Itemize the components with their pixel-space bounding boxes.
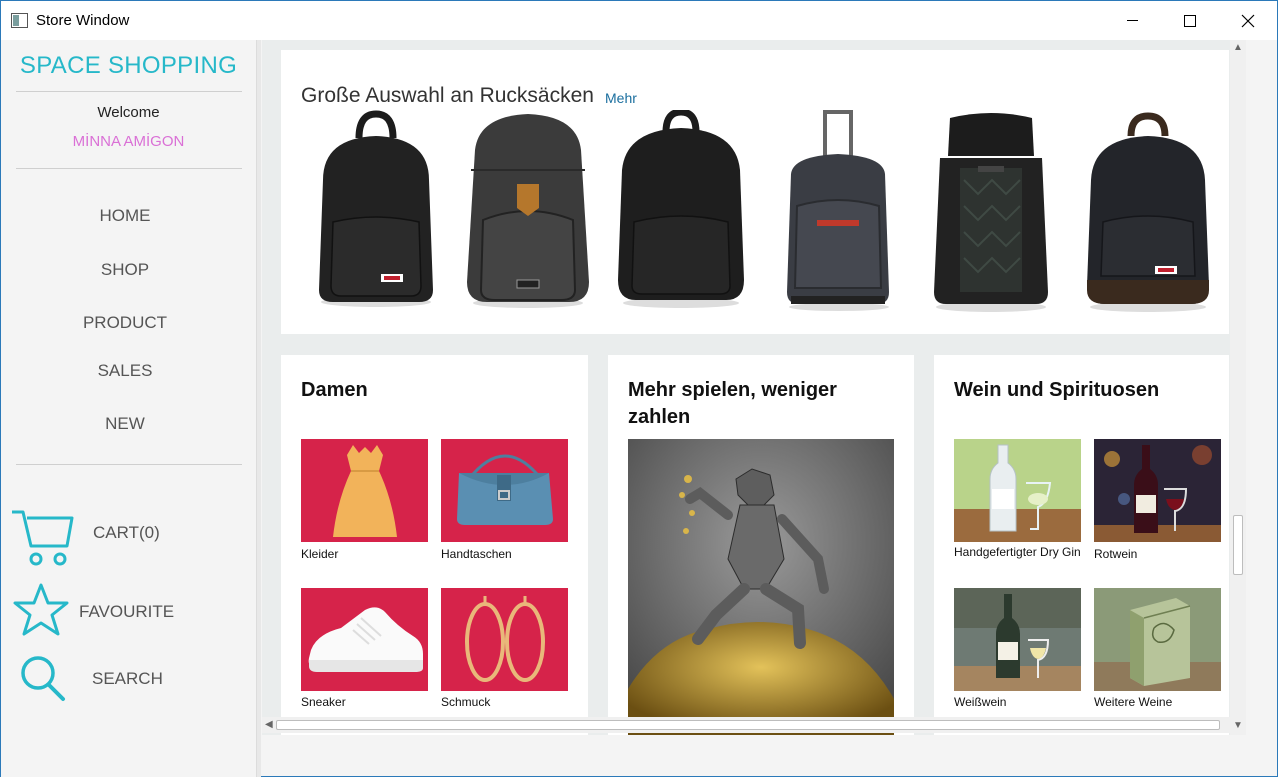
cart-button[interactable]: CART(0) — [93, 523, 160, 543]
card-title: Wein und Spirituosen — [954, 379, 1160, 401]
divider — [16, 91, 242, 92]
horizontal-scrollbar[interactable]: ◀ — [262, 717, 1230, 733]
earrings-icon — [465, 596, 545, 682]
store-window: Store Window SPACE SHOPPING Welcome MİNN… — [0, 0, 1278, 777]
welcome-text: Welcome — [97, 104, 160, 121]
backpack-image[interactable] — [614, 110, 749, 310]
red-wine-icon — [1094, 439, 1221, 542]
tile-rotwein[interactable] — [1094, 439, 1221, 542]
sidebar: SPACE SHOPPING Welcome MİNNA AMİGON HOME… — [1, 40, 256, 777]
minimize-button[interactable] — [1103, 1, 1161, 40]
tile-gin[interactable] — [954, 439, 1081, 542]
vertical-scroll-thumb[interactable] — [1233, 515, 1243, 575]
nav-new[interactable]: NEW — [1, 414, 249, 434]
title-bar: Store Window — [1, 1, 1277, 40]
divider — [16, 168, 242, 169]
card-damen: Damen Kleider Handtaschen Sneaker Schmuc… — [281, 355, 588, 735]
tile-label: Kleider — [301, 547, 339, 561]
close-button[interactable] — [1219, 1, 1277, 40]
scroll-down-arrow-icon[interactable]: ▼ — [1233, 720, 1243, 731]
nav-product[interactable]: PRODUCT — [1, 313, 249, 333]
tile-weitere-weine[interactable] — [1094, 588, 1221, 691]
tile-label: Handgefertigter Dry Gin — [954, 545, 1081, 559]
nav-sales[interactable]: SALES — [1, 361, 249, 381]
card-title: Mehr spielen, weniger zahlen — [628, 379, 837, 428]
backpack-image[interactable] — [311, 110, 441, 310]
maximize-button[interactable] — [1161, 1, 1219, 40]
card-wein: Wein und Spirituosen Handgefertigter Dry… — [934, 355, 1229, 735]
window-title: Store Window — [36, 12, 130, 29]
backpack-image[interactable] — [1081, 110, 1216, 315]
tile-schmuck[interactable] — [441, 588, 568, 691]
knight-on-gold-coins-image[interactable] — [628, 439, 894, 735]
favourite-button[interactable]: FAVOURITE — [79, 602, 174, 622]
backpack-image[interactable] — [781, 110, 896, 315]
scroll-left-arrow-icon[interactable]: ◀ — [265, 719, 273, 730]
brand-title: SPACE SHOPPING — [19, 52, 238, 79]
username: MİNNA AMİGON — [72, 133, 185, 150]
backpack-banner: Große Auswahl an Rucksäcken Mehr — [281, 50, 1229, 334]
tile-sneaker[interactable] — [301, 588, 428, 691]
divider — [16, 464, 242, 465]
backpack-image[interactable] — [461, 110, 596, 310]
card-mehr-spielen: Mehr spielen, weniger zahlen — [608, 355, 914, 735]
tile-label: Handtaschen — [441, 547, 512, 561]
nav-shop[interactable]: SHOP — [1, 260, 249, 280]
main-content: Große Auswahl an Rucksäcken Mehr Damen K… — [262, 40, 1246, 735]
scroll-up-arrow-icon[interactable]: ▲ — [1233, 42, 1243, 53]
more-link[interactable]: Mehr — [605, 90, 637, 106]
tile-kleider[interactable] — [301, 439, 428, 542]
tile-label: Sneaker — [301, 695, 346, 709]
app-icon — [11, 13, 28, 28]
vertical-scrollbar[interactable]: ▲ ▼ — [1230, 40, 1246, 735]
tile-label: Weißwein — [954, 695, 1007, 709]
nav-home[interactable]: HOME — [1, 206, 249, 226]
tile-handtaschen[interactable] — [441, 439, 568, 542]
tile-label: Rotwein — [1094, 547, 1138, 561]
sidebar-splitter[interactable] — [256, 40, 261, 777]
minimize-icon — [1126, 20, 1138, 21]
search-button[interactable]: SEARCH — [92, 669, 163, 689]
tile-label: Schmuck — [441, 695, 491, 709]
close-icon — [1241, 14, 1255, 27]
wine-box-icon — [1094, 588, 1221, 691]
star-icon[interactable] — [12, 582, 70, 638]
tile-label: Weitere Weine — [1094, 695, 1173, 709]
gin-bottle-icon — [954, 439, 1081, 542]
cart-icon[interactable] — [9, 506, 75, 568]
tile-weisswein[interactable] — [954, 588, 1081, 691]
card-title: Damen — [301, 379, 368, 401]
maximize-icon — [1184, 14, 1196, 27]
backpack-image[interactable] — [926, 110, 1056, 315]
handbag-icon — [457, 454, 553, 525]
white-wine-icon — [954, 588, 1081, 691]
banner-title: Große Auswahl an Rucksäcken — [301, 84, 594, 107]
search-icon[interactable] — [18, 654, 68, 702]
horizontal-scroll-thumb[interactable] — [276, 720, 1220, 730]
sneaker-icon — [308, 607, 423, 672]
dress-icon — [333, 445, 397, 537]
